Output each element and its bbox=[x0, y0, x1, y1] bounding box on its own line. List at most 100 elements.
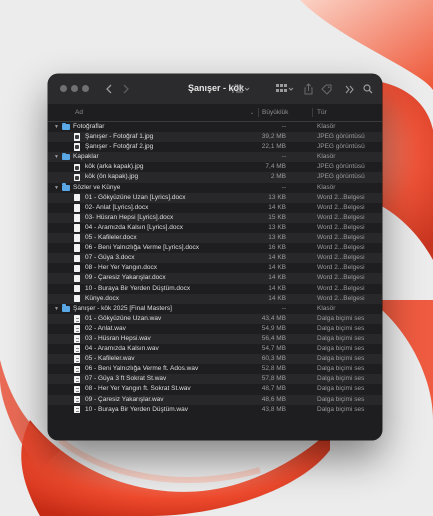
item-size: 2 MB bbox=[270, 173, 286, 181]
item-kind: Word 2...Belgesi bbox=[317, 223, 365, 231]
item-size: 54,7 MB bbox=[261, 345, 286, 353]
item-kind: Dalga biçimi ses bbox=[317, 345, 365, 353]
share-icon[interactable] bbox=[303, 82, 313, 96]
file-row[interactable]: 10 - Buraya Bir Yerden Düştüm.docx 14 KB W… bbox=[48, 284, 382, 294]
folder-icon bbox=[62, 183, 70, 191]
folder-row[interactable]: ▼ Sözler ve Künye -- Klasör bbox=[48, 183, 382, 193]
file-row[interactable]: Şanışer - Fotoğraf 2.jpg 22,1 MB JPEG görü… bbox=[48, 142, 382, 152]
item-size: 14 KB bbox=[268, 264, 286, 272]
item-name: Sözler ve Künye bbox=[73, 183, 121, 191]
column-name-header[interactable]: Ad bbox=[75, 109, 83, 116]
chevron-right-icon[interactable] bbox=[121, 82, 131, 96]
item-size: 15 KB bbox=[268, 213, 286, 221]
chevron-left-icon[interactable] bbox=[104, 82, 114, 96]
item-kind: Word 2...Belgesi bbox=[317, 254, 365, 262]
double-chevron-right-icon[interactable] bbox=[344, 82, 354, 96]
folder-row[interactable]: ▼ Şanışer - kök 2025 [Final Masters] -- Kla… bbox=[48, 304, 382, 314]
finder-window: Şanışer - kök Ad ⌄ Büyüklük Tür ▼ Fotoğr… bbox=[48, 74, 382, 440]
document-file-icon bbox=[74, 204, 80, 212]
item-name: 02- Anlat [Lyrics].docx bbox=[85, 203, 149, 211]
disclosure-triangle-icon[interactable]: ▼ bbox=[54, 122, 59, 132]
file-row[interactable]: 02 - Anlat.wav 54,9 MB Dalga biçimi ses bbox=[48, 324, 382, 334]
column-kind-header[interactable]: Tür bbox=[317, 109, 327, 116]
file-row[interactable]: 04 - Aramızda Kalsın [Lyrics].docx 13 KB W… bbox=[48, 223, 382, 233]
file-row[interactable]: 06 - Beni Yalnızlığa Verme ft. Ados.wav 5… bbox=[48, 364, 382, 374]
item-name: 09 - Çaresiz Yakarışlar.docx bbox=[85, 274, 166, 282]
item-size: 14 KB bbox=[268, 203, 286, 211]
folder-row[interactable]: ▼ Fotoğraflar -- Klasör bbox=[48, 122, 382, 132]
item-name: 05 - Kafileler.wav bbox=[85, 355, 135, 363]
disclosure-triangle-icon[interactable]: ▼ bbox=[54, 304, 59, 314]
item-kind: Word 2...Belgesi bbox=[317, 264, 365, 272]
item-name: Şanışer - Fotoğraf 1.jpg bbox=[85, 133, 154, 141]
document-file-icon bbox=[74, 264, 80, 273]
sort-chevron-icon: ⌄ bbox=[250, 110, 255, 116]
item-size: -- bbox=[281, 153, 286, 161]
item-name: Kapaklar bbox=[73, 153, 99, 161]
group-icon[interactable] bbox=[275, 82, 295, 96]
audio-file-icon bbox=[74, 385, 80, 394]
disclosure-triangle-icon[interactable]: ▼ bbox=[54, 152, 59, 162]
file-row[interactable]: 05 - Kafileler.wav 60,3 MB Dalga biçimi se… bbox=[48, 354, 382, 365]
item-size: 22,1 MB bbox=[261, 143, 286, 151]
item-name: 09 - Çaresiz Yakarışlar.wav bbox=[85, 395, 164, 403]
item-name: kök (ön kapak).jpg bbox=[85, 173, 139, 181]
column-divider bbox=[312, 108, 313, 117]
file-row[interactable]: 08 - Her Yer Yangın ft. Sokrat St.wav 48,… bbox=[48, 384, 382, 394]
file-row[interactable]: 10 - Buraya Bir Yerden Düştüm.wav 43,8 MB… bbox=[48, 405, 382, 415]
item-kind: Klasör bbox=[317, 183, 336, 191]
item-kind: Dalga biçimi ses bbox=[317, 334, 365, 342]
item-kind: JPEG görüntüsü bbox=[317, 173, 365, 181]
document-file-icon bbox=[74, 224, 80, 232]
disclosure-triangle-icon[interactable]: ▼ bbox=[54, 183, 59, 193]
minimize-window-button[interactable] bbox=[71, 85, 78, 92]
close-window-button[interactable] bbox=[60, 85, 67, 92]
item-kind: JPEG görüntüsü bbox=[317, 133, 365, 141]
item-kind: Word 2...Belgesi bbox=[317, 284, 365, 292]
document-file-icon bbox=[74, 244, 80, 252]
item-kind: Word 2...Belgesi bbox=[317, 213, 365, 221]
item-kind: Dalga biçimi ses bbox=[317, 385, 365, 393]
file-row[interactable]: 02- Anlat [Lyrics].docx 14 KB Word 2...Bel… bbox=[48, 203, 382, 213]
audio-file-icon bbox=[74, 355, 80, 363]
file-row[interactable]: 05 - Kafileler.docx 13 KB Word 2...Belgesi bbox=[48, 233, 382, 244]
item-name: Şanışer - Fotoğraf 2.jpg bbox=[85, 143, 154, 151]
image-file-icon bbox=[74, 143, 80, 151]
audio-file-icon bbox=[74, 375, 80, 384]
file-row[interactable]: 09 - Çaresiz Yakarışlar.wav 48,6 MB Dalga … bbox=[48, 394, 382, 405]
folder-row[interactable]: ▼ Kapaklar -- Klasör bbox=[48, 152, 382, 163]
file-row[interactable]: 03- Hüsran Hepsi [Lyrics].docx 15 KB Word … bbox=[48, 212, 382, 223]
item-size: 14 KB bbox=[268, 254, 286, 262]
file-row[interactable]: 07 - Güya 3 ft Sokrat St.wav 57,8 MB Dalga… bbox=[48, 374, 382, 385]
file-row[interactable]: 08 - Her Yer Yangın.docx 14 KB Word 2...Be… bbox=[48, 263, 382, 273]
tag-icon[interactable] bbox=[320, 82, 332, 96]
file-row[interactable]: 01 - Gökyüzüne Uzan [Lyrics].docx 13 KB Wo… bbox=[48, 192, 382, 203]
image-file-icon bbox=[74, 173, 80, 182]
file-row[interactable]: 01 - Gökyüzüne Uzan.wav 43,4 MB Dalga biçi… bbox=[48, 313, 382, 324]
item-size: 56,4 MB bbox=[261, 334, 286, 342]
file-row[interactable]: Künye.docx 14 KB Word 2...Belgesi bbox=[48, 293, 382, 304]
column-header: Ad ⌄ Büyüklük Tür bbox=[48, 104, 382, 122]
item-size: 57,8 MB bbox=[261, 375, 286, 383]
file-row[interactable]: kök (ön kapak).jpg 2 MB JPEG görüntüsü bbox=[48, 172, 382, 183]
item-name: 03 - Hüsran Hepsi.wav bbox=[85, 334, 151, 342]
column-size-header[interactable]: Büyüklük bbox=[262, 109, 288, 116]
item-size: -- bbox=[281, 183, 286, 191]
file-row[interactable]: 04 - Aramızda Kalsın.wav 54,7 MB Dalga biç… bbox=[48, 344, 382, 354]
file-row[interactable]: Şanışer - Fotoğraf 1.jpg 39,2 MB JPEG görü… bbox=[48, 132, 382, 143]
file-row[interactable]: 06 - Beni Yalnızlığa Verme [Lyrics].docx… bbox=[48, 243, 382, 253]
document-file-icon bbox=[74, 284, 80, 293]
item-name: 06 - Beni Yalnızlığa Verme [Lyrics].docx bbox=[85, 244, 200, 252]
item-kind: Dalga biçimi ses bbox=[317, 375, 365, 383]
item-kind: JPEG görüntüsü bbox=[317, 143, 365, 151]
zoom-window-button[interactable] bbox=[82, 85, 89, 92]
item-size: 52,8 MB bbox=[261, 365, 286, 373]
file-row[interactable]: 07 - Güya 3.docx 14 KB Word 2...Belgesi bbox=[48, 253, 382, 264]
file-row[interactable]: 09 - Çaresiz Yakarışlar.docx 14 KB Word 2.… bbox=[48, 273, 382, 284]
search-icon[interactable] bbox=[362, 82, 373, 96]
item-name: kök (arka kapak).jpg bbox=[85, 163, 144, 171]
file-row[interactable]: 03 - Hüsran Hepsi.wav 56,4 MB Dalga biçimi… bbox=[48, 333, 382, 345]
list-view-icon[interactable] bbox=[231, 82, 251, 96]
file-row[interactable]: kök (arka kapak).jpg 7,4 MB JPEG görüntüsü bbox=[48, 162, 382, 172]
item-kind: Word 2...Belgesi bbox=[317, 203, 365, 211]
